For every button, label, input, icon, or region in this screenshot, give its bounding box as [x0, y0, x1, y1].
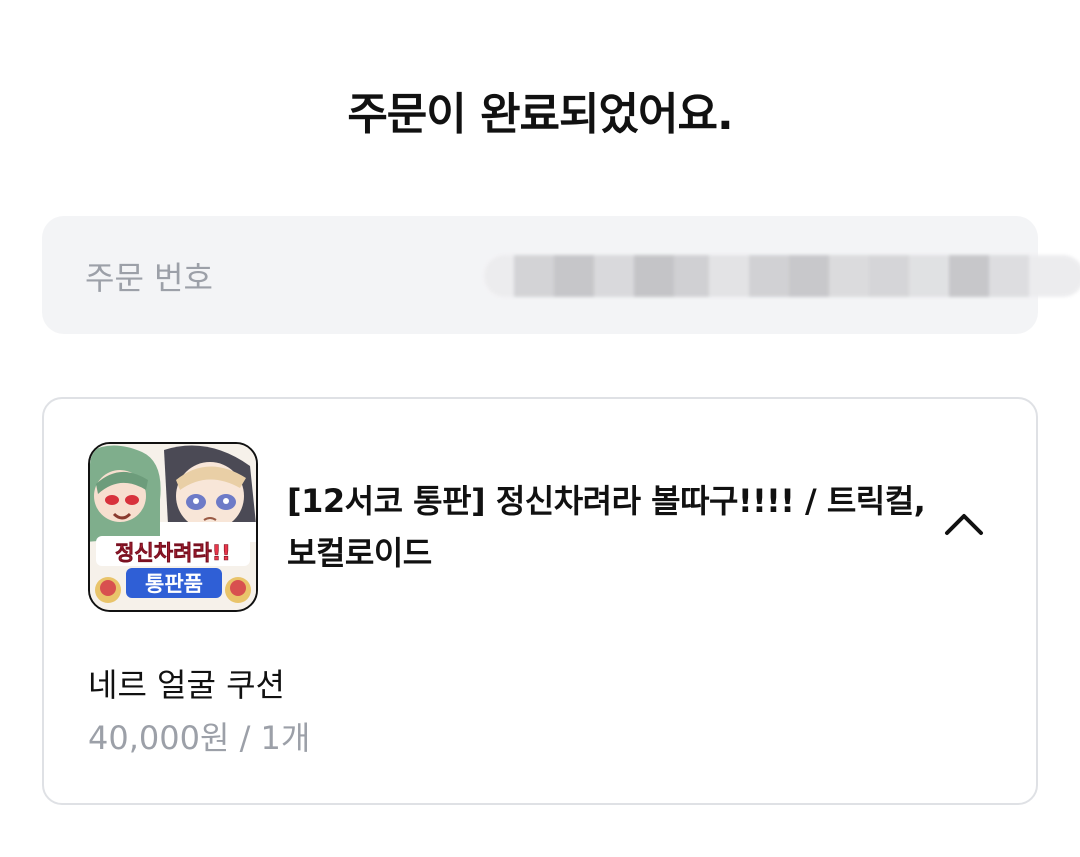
- page-title: 주문이 완료되었어요.: [347, 89, 733, 140]
- order-number-label: 주문 번호: [85, 259, 213, 297]
- thumbnail-banner-bottom: 통판품: [145, 572, 203, 596]
- product-card: 정신차려라!! 통판품 [12서코 통판] 정신차려라 볼따구!!!! / 트릭…: [42, 397, 1038, 805]
- option-price-quantity: 40,000원 / 1개: [88, 719, 311, 757]
- thumbnail-banner-top: 정신차려라!!: [115, 541, 231, 565]
- order-number-value-blurred: [484, 255, 1080, 297]
- order-number-box: 주문 번호: [42, 216, 1080, 334]
- order-complete-page: 주문이 완료되었어요. 주문 번호 정신차려라!! 통판품 [12서코 통판] …: [0, 0, 1080, 857]
- collapse-toggle-button[interactable]: [934, 499, 994, 549]
- product-thumbnail-art: 정신차려라!! 통판품: [90, 444, 256, 610]
- product-thumbnail[interactable]: 정신차려라!! 통판품: [88, 442, 258, 612]
- product-title[interactable]: [12서코 통판] 정신차려라 볼따구!!!! / 트릭컬, 보컬로이드: [287, 475, 927, 579]
- option-name: 네르 얼굴 쿠션: [88, 666, 285, 704]
- chevron-up-icon: [945, 514, 983, 535]
